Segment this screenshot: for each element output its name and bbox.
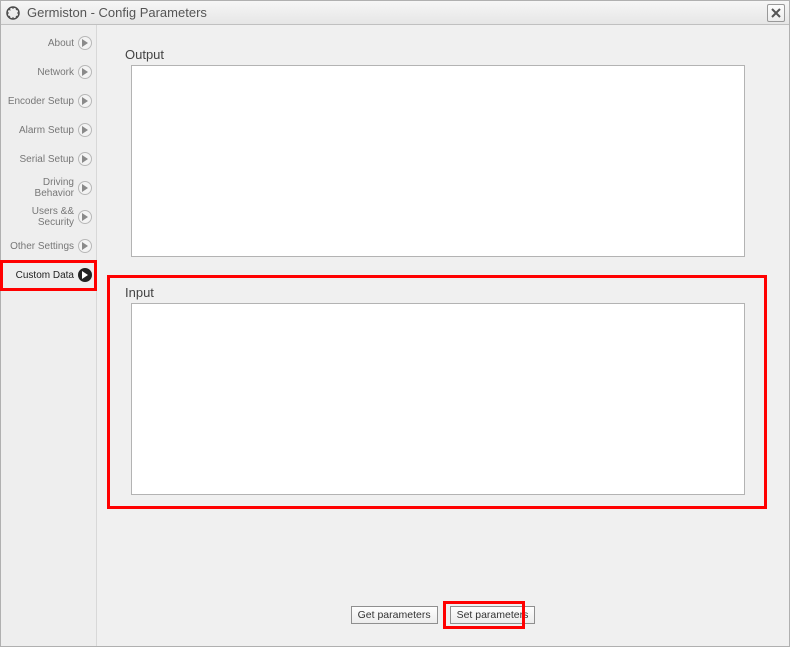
output-textbox[interactable]	[131, 65, 745, 257]
sidebar-item-users-security[interactable]: Users && Security	[1, 203, 96, 232]
window-title: Germiston - Config Parameters	[27, 5, 767, 20]
body: About Network Encoder Setup Alarm Setup …	[1, 25, 789, 646]
sidebar-item-label: Alarm Setup	[19, 125, 74, 136]
sidebar-item-label: About	[48, 38, 74, 49]
chevron-right-icon	[78, 123, 92, 137]
chevron-right-icon	[78, 239, 92, 253]
sidebar-item-other-settings[interactable]: Other Settings	[1, 232, 96, 261]
chevron-right-icon	[78, 268, 92, 282]
sidebar: About Network Encoder Setup Alarm Setup …	[1, 25, 97, 646]
button-row: Get parameters Set parameters	[97, 606, 789, 624]
sidebar-item-about[interactable]: About	[1, 29, 96, 58]
sidebar-item-serial-setup[interactable]: Serial Setup	[1, 145, 96, 174]
sidebar-item-label: Encoder Setup	[8, 96, 74, 107]
chevron-right-icon	[78, 65, 92, 79]
chevron-right-icon	[78, 152, 92, 166]
output-label: Output	[125, 47, 164, 62]
close-button[interactable]	[767, 4, 785, 22]
sidebar-item-label: Other Settings	[10, 241, 74, 252]
main-panel: Output Input Get parameters Set paramete…	[97, 25, 789, 646]
sidebar-item-driving-behavior[interactable]: Driving Behavior	[1, 174, 96, 203]
input-label: Input	[125, 285, 154, 300]
chevron-right-icon	[78, 181, 92, 195]
sidebar-item-encoder-setup[interactable]: Encoder Setup	[1, 87, 96, 116]
config-window: Germiston - Config Parameters About Netw…	[0, 0, 790, 647]
sidebar-item-alarm-setup[interactable]: Alarm Setup	[1, 116, 96, 145]
app-icon	[5, 5, 21, 21]
chevron-right-icon	[78, 36, 92, 50]
sidebar-item-label: Driving Behavior	[1, 177, 74, 199]
sidebar-item-label: Serial Setup	[20, 154, 74, 165]
titlebar: Germiston - Config Parameters	[1, 1, 789, 25]
sidebar-item-label: Users && Security	[1, 206, 74, 228]
sidebar-item-custom-data[interactable]: Custom Data	[1, 261, 96, 290]
chevron-right-icon	[78, 210, 92, 224]
chevron-right-icon	[78, 94, 92, 108]
sidebar-item-label: Custom Data	[16, 270, 74, 281]
set-parameters-button[interactable]: Set parameters	[450, 606, 536, 624]
input-textbox[interactable]	[131, 303, 745, 495]
sidebar-item-network[interactable]: Network	[1, 58, 96, 87]
get-parameters-button[interactable]: Get parameters	[351, 606, 438, 624]
sidebar-item-label: Network	[37, 67, 74, 78]
